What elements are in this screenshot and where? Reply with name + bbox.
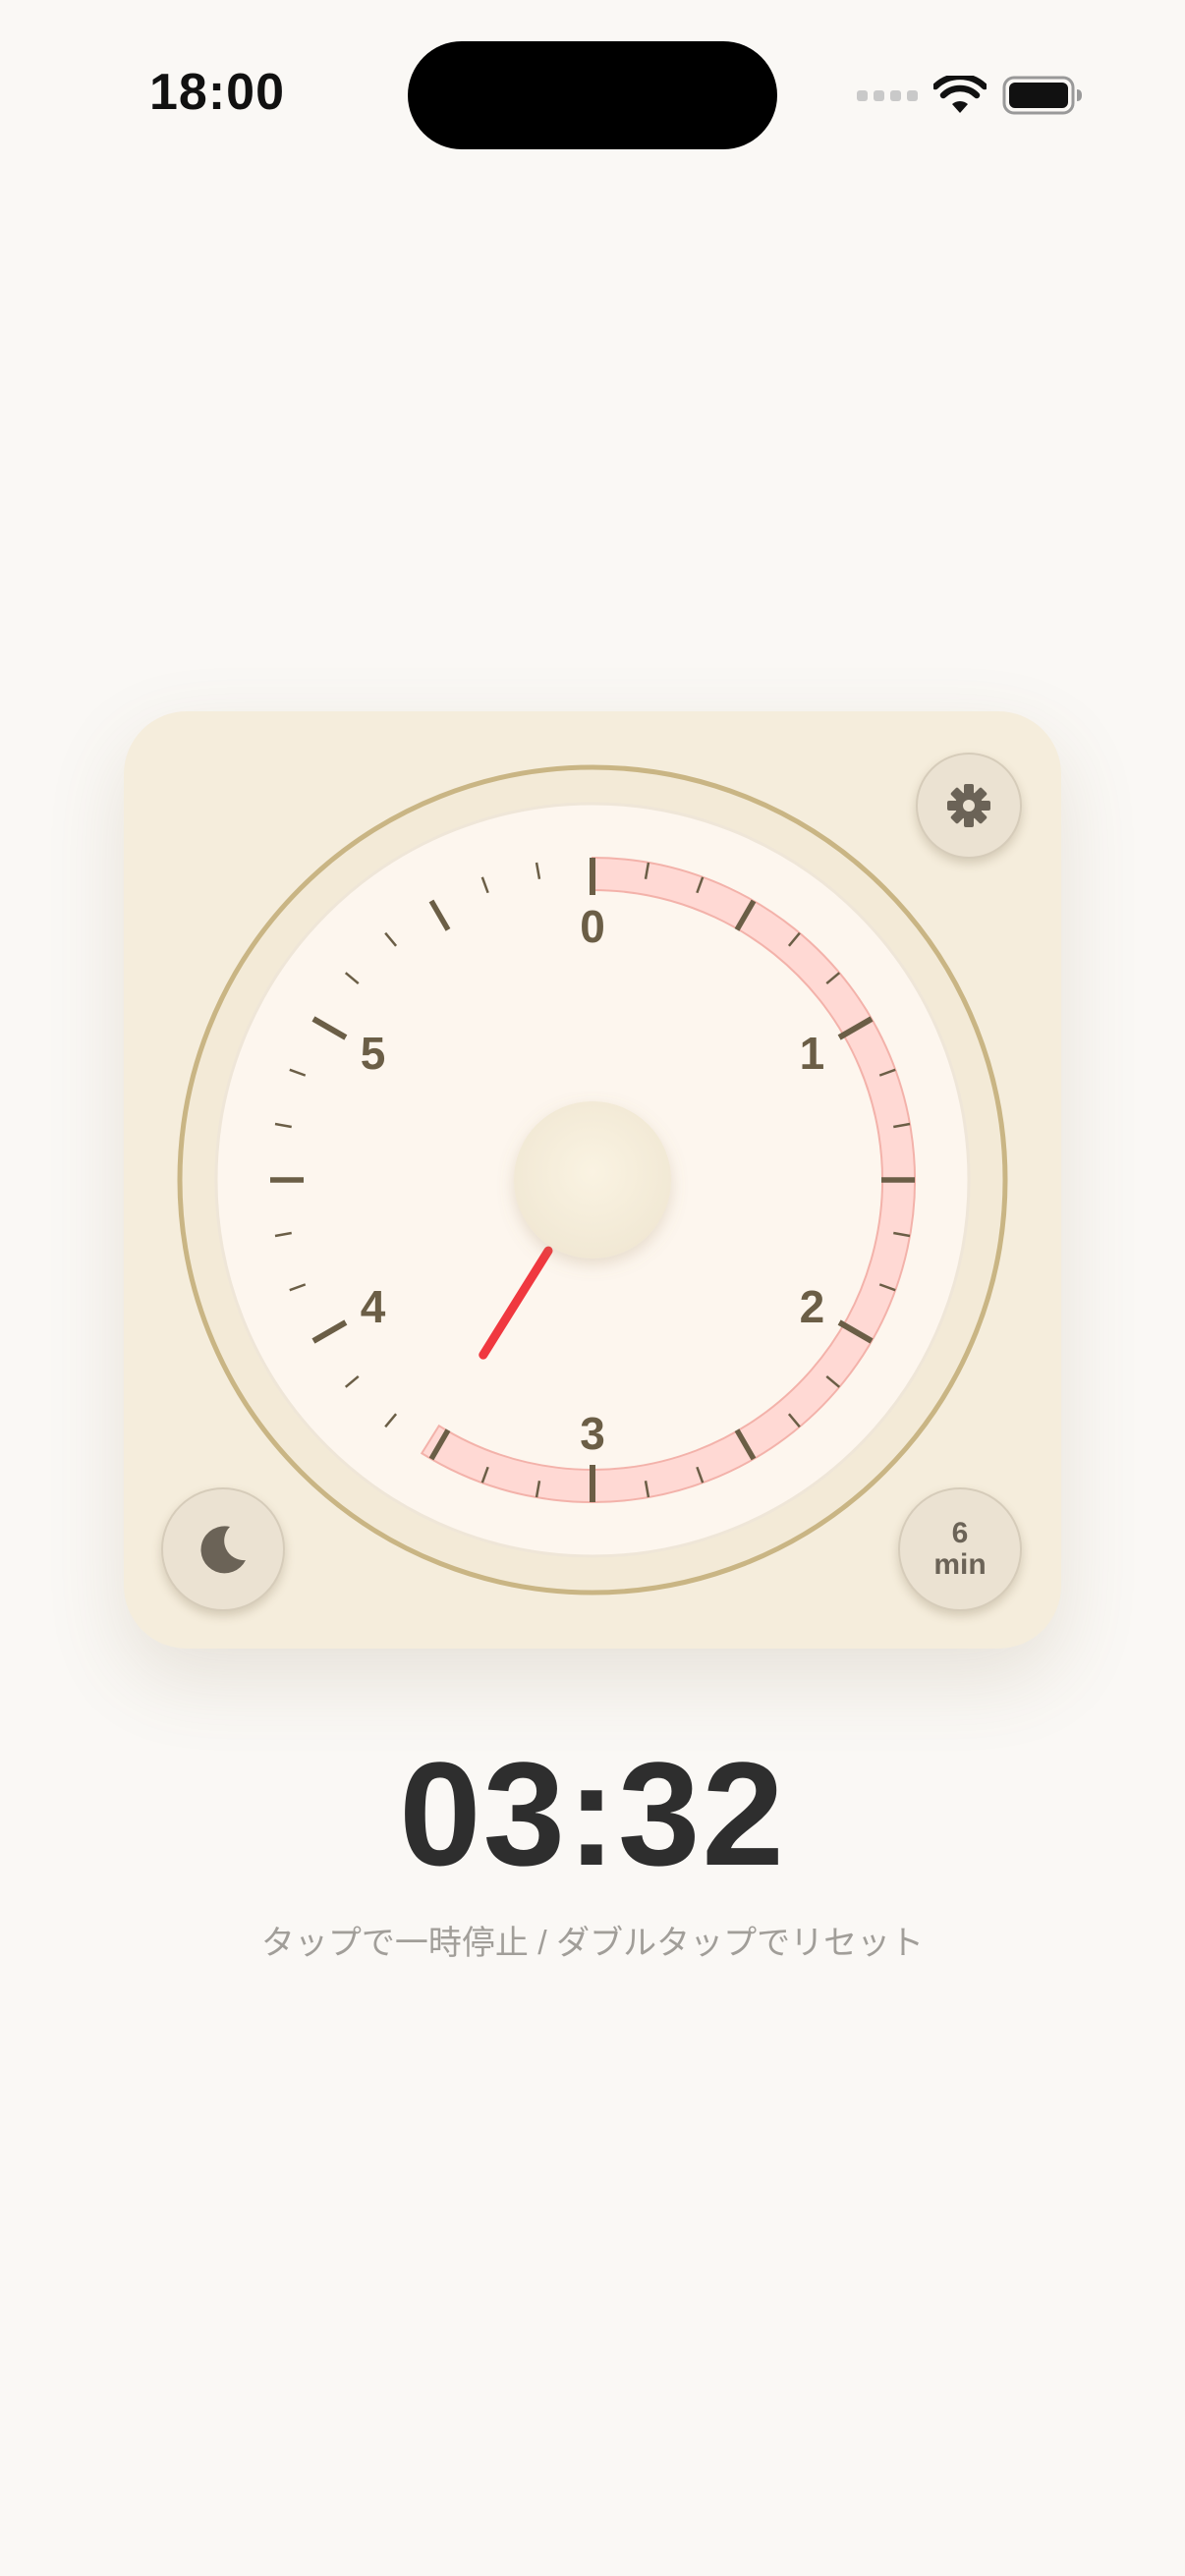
dial-label-3: 3 <box>580 1408 605 1459</box>
remaining-time-display[interactable]: 03:32 <box>0 1729 1185 1899</box>
dial-label-1: 1 <box>800 1028 825 1079</box>
night-mode-button[interactable] <box>161 1487 285 1611</box>
dial-label-2: 2 <box>800 1281 825 1332</box>
status-time: 18:00 <box>149 64 285 121</box>
dial-label-4: 4 <box>361 1281 386 1332</box>
gear-icon <box>947 784 990 827</box>
instruction-hint: タップで一時停止 / ダブルタップでリセット <box>260 1925 925 1962</box>
moon-icon <box>200 1526 246 1574</box>
wifi-icon <box>933 76 987 113</box>
dial-label-0: 0 <box>580 901 605 952</box>
timer-card[interactable]: 0 1 2 3 4 5 6 min <box>124 711 1061 1649</box>
cellular-signal-icon <box>857 89 918 101</box>
dial-label-5: 5 <box>361 1028 386 1079</box>
duration-button[interactable]: 6 min <box>898 1487 1022 1611</box>
center-hub[interactable] <box>514 1101 671 1259</box>
status-bar: 18:00 <box>0 0 1185 187</box>
duration-value: 6 <box>951 1517 969 1549</box>
settings-button[interactable] <box>916 753 1022 859</box>
status-icons <box>857 71 1083 120</box>
duration-unit: min <box>933 1548 987 1581</box>
battery-icon <box>1002 76 1082 115</box>
dynamic-island <box>408 41 777 149</box>
